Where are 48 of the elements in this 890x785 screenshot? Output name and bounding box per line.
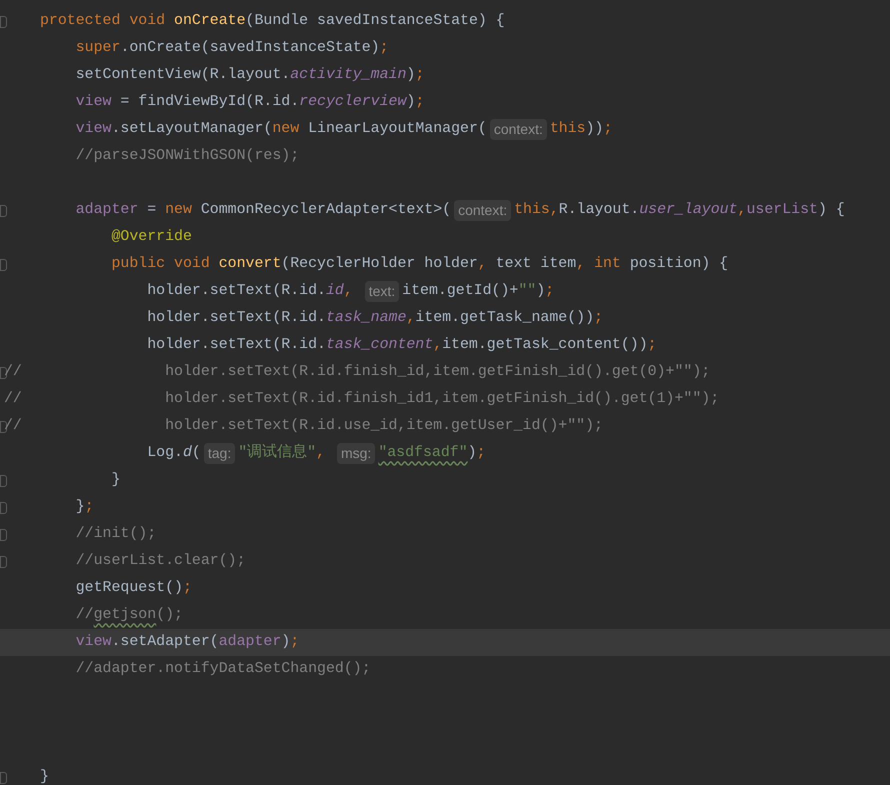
fold-marker-icon[interactable] <box>0 474 7 486</box>
code-text: view.setAdapter(adapter); <box>74 633 300 652</box>
code-text: public void convert(RecyclerHolder holder, text item, int position) { <box>110 255 728 274</box>
code-text: Log.d( <box>146 444 201 464</box>
parameter-hint: msg: <box>336 443 376 464</box>
comment-marker: // <box>4 363 22 382</box>
code-text: }; <box>74 498 94 518</box>
fold-marker-icon[interactable] <box>0 366 7 378</box>
fold-marker-icon[interactable] <box>0 772 7 784</box>
code-text: holder.setText(R.id.finish_id,item.getFinish_id().get(0)+""); <box>164 363 710 382</box>
code-text: //parseJSONWithGSON(res); <box>74 147 300 166</box>
code-text: } <box>40 768 49 785</box>
parameter-hint: tag: <box>204 443 236 464</box>
code-text: "asdfsadf"); <box>378 444 486 464</box>
parameter-hint: context: <box>454 200 512 221</box>
code-text: adapter = new CommonRecyclerAdapter<text>( <box>74 201 452 220</box>
code-text: //userList.clear(); <box>74 552 246 572</box>
code-text: holder.setText(R.id.use_id,item.getUser_id()+""); <box>164 417 603 436</box>
code-text: //adapter.notifyDataSetChanged(); <box>74 660 371 680</box>
fold-marker-icon[interactable] <box>0 556 7 568</box>
code-text: holder.setText(R.id.task_content,item.getTask_content()); <box>146 336 657 356</box>
code-text: setContentView(R.layout.activity_main); <box>74 66 424 86</box>
code-text: //getjson(); <box>74 606 183 626</box>
code-text: super.onCreate(savedInstanceState); <box>74 39 389 58</box>
code-text: holder.setText(R.id.task_name,item.getTask_name()); <box>146 309 603 328</box>
code-text: item.getId()+""); <box>402 282 554 302</box>
fold-marker-icon[interactable] <box>0 204 7 216</box>
parameter-hint: text: <box>364 281 400 302</box>
code-text: holder.setText(R.id.finish_id1,item.getFinish_id().get(1)+""); <box>164 390 720 410</box>
code-text: //init(); <box>74 525 156 544</box>
code-text: } <box>110 471 120 490</box>
code-text: @Override <box>110 228 192 248</box>
fold-marker-icon[interactable] <box>0 502 7 514</box>
code-text: holder.setText(R.id.id, <box>146 282 354 302</box>
fold-marker-icon[interactable] <box>0 528 7 540</box>
fold-marker-icon[interactable] <box>0 420 7 432</box>
code-text: view = findViewById(R.id.recyclerview); <box>74 93 424 112</box>
code-text: "调试信息", <box>238 442 326 464</box>
code-text: protected void onCreate(Bundle savedInstanceState) { <box>40 12 505 32</box>
comment-marker: // <box>4 417 22 436</box>
parameter-hint: context: <box>490 119 547 140</box>
fold-marker-icon[interactable] <box>0 16 7 28</box>
code-text: getRequest(); <box>74 579 192 598</box>
fold-marker-icon[interactable] <box>0 258 7 270</box>
comment-marker: // <box>4 390 22 410</box>
code-text: this)); <box>550 120 612 140</box>
code-text: this,R.layout.user_layout,userList) { <box>514 201 845 220</box>
code-text: view.setLayoutManager(new LinearLayoutManager( <box>74 120 487 140</box>
